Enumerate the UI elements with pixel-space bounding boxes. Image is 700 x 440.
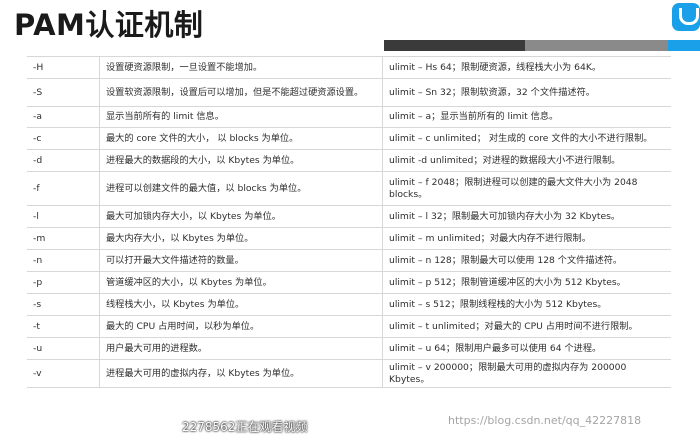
table-row: -p 管道缓冲区的大小，以 Kbytes 为单位。 ulimit – p 512；限… bbox=[27, 271, 671, 294]
table-row: -H 设置硬资源限制，一旦设置不能增加。 ulimit – Hs 64；限制硬资源，… bbox=[27, 56, 671, 79]
example-cell: ulimit – f 2048；限制进程可以创建的最大文件大小为 2048 bl… bbox=[382, 171, 671, 206]
description-cell: 显示当前所有的 limit 信息。 bbox=[99, 106, 383, 128]
example-cell: ulimit – t unlimited；对最大的 CPU 占用时间不进行限制。 bbox=[382, 315, 671, 338]
option-cell: -a bbox=[27, 106, 100, 128]
example-cell: ulimit – n 128；限制最大可以使用 128 个文件描述符。 bbox=[382, 249, 671, 272]
table-row: -l 最大可加锁内存大小，以 Kbytes 为单位。 ulimit – l 32；限… bbox=[27, 205, 671, 228]
description-cell: 进程最大的数据段的大小，以 Kbytes 为单位。 bbox=[99, 149, 383, 172]
option-cell: -m bbox=[27, 227, 100, 250]
table-row: -v 进程最大可用的虚拟内存，以 Kbytes 为单位。 ulimit – v 20… bbox=[27, 359, 671, 388]
description-cell: 最大内存大小，以 Kbytes 为单位。 bbox=[99, 227, 383, 250]
option-cell: -l bbox=[27, 205, 100, 228]
table-row: -u 用户最大可用的进程数。 ulimit – u 64；限制用户最多可以使用 64… bbox=[27, 337, 671, 360]
brand-logo-icon bbox=[672, 3, 700, 31]
description-cell: 设置硬资源限制，一旦设置不能增加。 bbox=[99, 56, 383, 79]
example-cell: ulimit – c unlimited； 对生成的 core 文件的大小不进行… bbox=[382, 127, 671, 150]
option-cell: -c bbox=[27, 127, 100, 150]
example-cell: ulimit – s 512；限制线程栈的大小为 512 Kbytes。 bbox=[382, 293, 671, 316]
table-row: -a 显示当前所有的 limit 信息。 ulimit – a；显示当前所有的 li… bbox=[27, 106, 671, 128]
option-cell: -d bbox=[27, 149, 100, 172]
ulimit-options-table: -H 设置硬资源限制，一旦设置不能增加。 ulimit – Hs 64；限制硬资源，… bbox=[27, 56, 671, 388]
description-cell: 进程最大可用的虚拟内存，以 Kbytes 为单位。 bbox=[99, 359, 383, 388]
header-bar-gray bbox=[525, 40, 668, 51]
example-cell: ulimit – Hs 64；限制硬资源，线程栈大小为 64K。 bbox=[382, 56, 671, 79]
description-cell: 线程栈大小，以 Kbytes 为单位。 bbox=[99, 293, 383, 316]
option-cell: -u bbox=[27, 337, 100, 360]
option-cell: -n bbox=[27, 249, 100, 272]
page-title: PAM认证机制 bbox=[14, 8, 204, 42]
example-cell: ulimit – v 200000；限制最大可用的虚拟内存为 200000 Kb… bbox=[382, 359, 671, 388]
example-cell: ulimit -d unlimited；对进程的数据段大小不进行限制。 bbox=[382, 149, 671, 172]
table-row: -s 线程栈大小，以 Kbytes 为单位。 ulimit – s 512；限制线程… bbox=[27, 293, 671, 316]
option-cell: -S bbox=[27, 78, 100, 107]
table-row: -f 进程可以创建文件的最大值，以 blocks 为单位。 ulimit – f 2… bbox=[27, 171, 671, 206]
table-row: -t 最大的 CPU 占用时间，以秒为单位。 ulimit – t unlimite… bbox=[27, 315, 671, 338]
option-cell: -t bbox=[27, 315, 100, 338]
description-cell: 管道缓冲区的大小，以 Kbytes 为单位。 bbox=[99, 271, 383, 294]
description-cell: 用户最大可用的进程数。 bbox=[99, 337, 383, 360]
description-cell: 进程可以创建文件的最大值，以 blocks 为单位。 bbox=[99, 171, 383, 206]
example-cell: ulimit – u 64；限制用户最多可以使用 64 个进程。 bbox=[382, 337, 671, 360]
option-cell: -v bbox=[27, 359, 100, 388]
option-cell: -H bbox=[27, 56, 100, 79]
option-cell: -s bbox=[27, 293, 100, 316]
table-row: -S 设置软资源限制，设置后可以增加，但是不能超过硬资源设置。 ulimit – S… bbox=[27, 78, 671, 107]
example-cell: ulimit – p 512；限制管道缓冲区的大小为 512 Kbytes。 bbox=[382, 271, 671, 294]
table-row: -c 最大的 core 文件的大小， 以 blocks 为单位。 ulimit – … bbox=[27, 127, 671, 150]
description-cell: 设置软资源限制，设置后可以增加，但是不能超过硬资源设置。 bbox=[99, 78, 383, 107]
example-cell: ulimit – a；显示当前所有的 limit 信息。 bbox=[382, 106, 671, 128]
table-row: -m 最大内存大小，以 Kbytes 为单位。 ulimit – m unlimit… bbox=[27, 227, 671, 250]
description-cell: 可以打开最大文件描述符的数量。 bbox=[99, 249, 383, 272]
description-cell: 最大可加锁内存大小，以 Kbytes 为单位。 bbox=[99, 205, 383, 228]
example-cell: ulimit – Sn 32；限制软资源，32 个文件描述符。 bbox=[382, 78, 671, 107]
example-cell: ulimit – m unlimited；对最大内存不进行限制。 bbox=[382, 227, 671, 250]
viewer-count-overlay: 2278562正在观看视频 bbox=[182, 420, 308, 434]
table-row: -n 可以打开最大文件描述符的数量。 ulimit – n 128；限制最大可以使用… bbox=[27, 249, 671, 272]
option-cell: -f bbox=[27, 171, 100, 206]
option-cell: -p bbox=[27, 271, 100, 294]
table-row: -d 进程最大的数据段的大小，以 Kbytes 为单位。 ulimit -d unl… bbox=[27, 149, 671, 172]
header-bar-dark bbox=[384, 40, 525, 51]
description-cell: 最大的 CPU 占用时间，以秒为单位。 bbox=[99, 315, 383, 338]
source-watermark: https://blog.csdn.net/qq_42227818 bbox=[448, 414, 642, 427]
description-cell: 最大的 core 文件的大小， 以 blocks 为单位。 bbox=[99, 127, 383, 150]
header-bar-accent bbox=[668, 40, 700, 51]
example-cell: ulimit – l 32；限制最大可加锁内存大小为 32 Kbytes。 bbox=[382, 205, 671, 228]
